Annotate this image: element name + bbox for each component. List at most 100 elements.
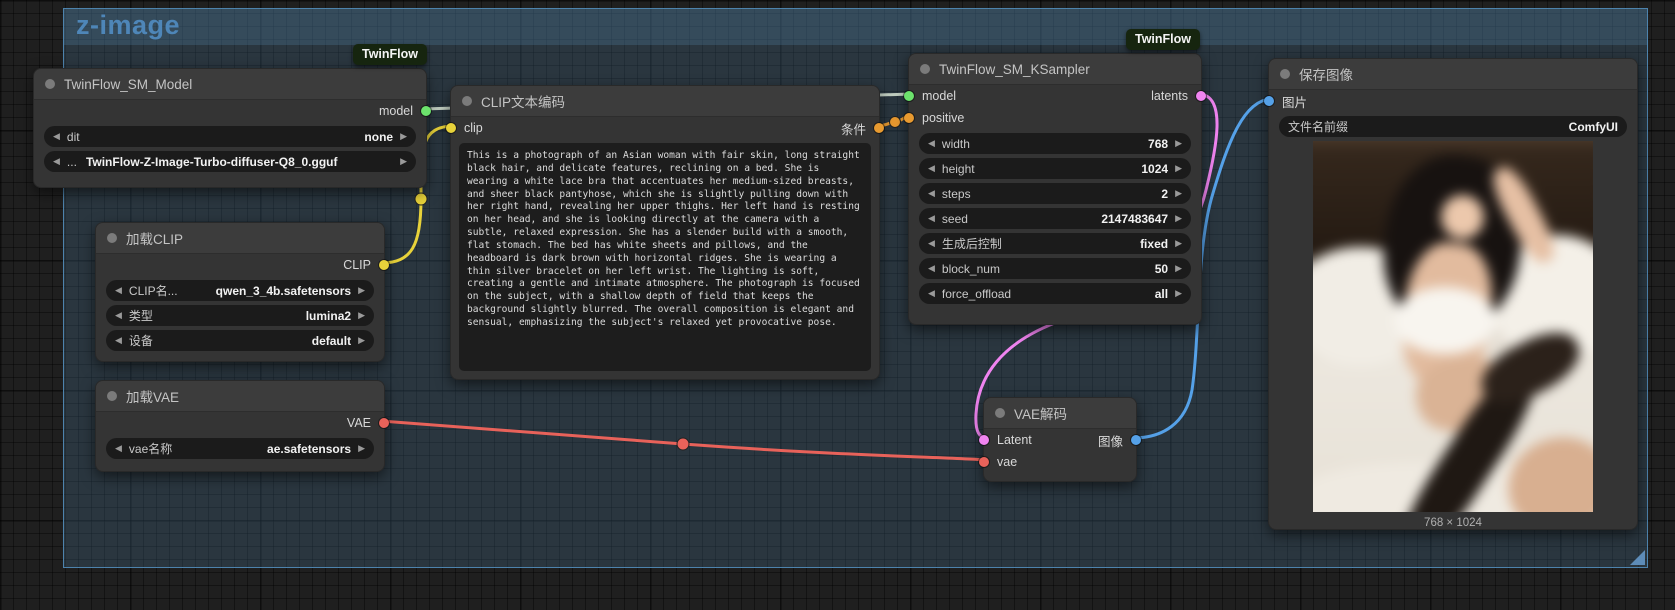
increment-icon[interactable]: ▶ [358, 285, 365, 296]
output-label-image: 图像 [1097, 434, 1123, 449]
decrement-icon[interactable]: ◀ [928, 138, 935, 149]
group-resize-handle[interactable] [1630, 550, 1645, 565]
generated-image-preview [1313, 141, 1593, 512]
node-title-bar[interactable]: CLIP文本编码 [451, 86, 879, 117]
input-slot-vae[interactable] [979, 457, 989, 467]
decrement-icon[interactable]: ◀ [115, 310, 122, 321]
widget-value: default [311, 333, 352, 348]
node-title: TwinFlow_SM_KSampler [939, 61, 1090, 77]
widget-dit[interactable]: ◀ dit none ▶ [44, 126, 416, 147]
node-title-bar[interactable]: VAE解码 [984, 398, 1136, 429]
node-twinflow-sm-model[interactable]: TwinFlow_SM_Model model ◀ dit none ▶ ◀ .… [33, 68, 431, 188]
decrement-icon[interactable]: ◀ [928, 288, 935, 299]
widget-width[interactable]: ◀ width 768 ▶ [919, 133, 1191, 154]
increment-icon[interactable]: ▶ [1175, 138, 1182, 149]
group-title-bar[interactable] [64, 9, 1647, 45]
widget-value: 50 [1154, 261, 1169, 276]
decrement-icon[interactable]: ◀ [53, 156, 60, 167]
preview-abstract-art [1313, 141, 1593, 512]
widget-steps[interactable]: ◀ steps 2 ▶ [919, 183, 1191, 204]
widget-label: force_offload [941, 286, 1012, 301]
node-badge-twinflow: TwinFlow [353, 44, 428, 65]
increment-icon[interactable]: ▶ [1175, 238, 1182, 249]
widget-seed[interactable]: ◀ seed 2147483647 ▶ [919, 208, 1191, 229]
widget-height[interactable]: ◀ height 1024 ▶ [919, 158, 1191, 179]
increment-icon[interactable]: ▶ [400, 156, 407, 167]
widget-force-offload[interactable]: ◀ force_offload all ▶ [919, 283, 1191, 304]
increment-icon[interactable]: ▶ [1175, 288, 1182, 299]
decrement-icon[interactable]: ◀ [53, 131, 60, 142]
widget-label: width [941, 136, 970, 151]
slot-row: CLIP [96, 254, 389, 276]
input-label-model: model [922, 89, 957, 103]
output-slot-vae[interactable] [379, 418, 389, 428]
output-slot-condition[interactable] [874, 123, 884, 133]
increment-icon[interactable]: ▶ [1175, 213, 1182, 224]
decrement-icon[interactable]: ◀ [115, 335, 122, 346]
widget-control-after-generate[interactable]: ◀ 生成后控制 fixed ▶ [919, 233, 1191, 254]
node-load-vae[interactable]: 加载VAE VAE ◀ vae名称 ae.safetensors ▶ [95, 380, 389, 472]
node-twinflow-sm-ksampler[interactable]: TwinFlow_SM_KSampler model latents posit… [904, 53, 1206, 325]
output-slot-image[interactable] [1131, 435, 1141, 445]
decrement-icon[interactable]: ◀ [928, 238, 935, 249]
widget-value: fixed [1140, 236, 1169, 251]
input-slot-positive[interactable] [904, 113, 914, 123]
widget-gguf-file[interactable]: ◀ ... TwinFlow-Z-Image-Turbo-diffuser-Q8… [44, 151, 416, 172]
output-slot-clip[interactable] [379, 260, 389, 270]
decrement-icon[interactable]: ◀ [115, 443, 122, 454]
collapse-dot-icon[interactable] [1280, 69, 1290, 79]
collapse-dot-icon[interactable] [995, 408, 1005, 418]
increment-icon[interactable]: ▶ [1175, 163, 1182, 174]
widget-device[interactable]: ◀ 设备 default ▶ [106, 330, 374, 351]
input-label-clip: clip [464, 121, 483, 135]
widget-type[interactable]: ◀ 类型 lumina2 ▶ [106, 305, 374, 326]
widget-label: steps [941, 186, 971, 201]
node-load-clip[interactable]: 加载CLIP CLIP ◀ CLIP名... qwen_3_4b.safeten… [95, 222, 389, 362]
increment-icon[interactable]: ▶ [358, 310, 365, 321]
widget-label: 生成后控制 [941, 237, 1002, 251]
decrement-icon[interactable]: ◀ [115, 285, 122, 296]
prompt-textarea[interactable]: This is a photograph of an Asian woman w… [459, 143, 871, 371]
widget-vae-name[interactable]: ◀ vae名称 ae.safetensors ▶ [106, 438, 374, 459]
collapse-dot-icon[interactable] [107, 233, 117, 243]
increment-icon[interactable]: ▶ [358, 443, 365, 454]
decrement-icon[interactable]: ◀ [928, 263, 935, 274]
widget-label: 类型 [128, 309, 153, 323]
node-title-bar[interactable]: TwinFlow_SM_Model [34, 69, 426, 100]
widget-filename-prefix[interactable]: 文件名前缀 ComfyUI [1279, 116, 1627, 137]
output-slot-latents[interactable] [1196, 91, 1206, 101]
input-slot-clip[interactable] [446, 123, 456, 133]
increment-icon[interactable]: ▶ [1175, 188, 1182, 199]
input-slot-picture[interactable] [1264, 96, 1274, 106]
node-graph-canvas[interactable]: z-image TwinFlow TwinFlow TwinFlow_SM_Mo… [0, 0, 1675, 610]
widget-block-num[interactable]: ◀ block_num 50 ▶ [919, 258, 1191, 279]
collapse-dot-icon[interactable] [45, 79, 55, 89]
widget-value: qwen_3_4b.safetensors [215, 283, 352, 298]
widget-label: vae名称 [128, 442, 173, 456]
increment-icon[interactable]: ▶ [1175, 263, 1182, 274]
decrement-icon[interactable]: ◀ [928, 188, 935, 199]
collapse-dot-icon[interactable] [107, 391, 117, 401]
widget-value: 768 [1148, 136, 1169, 151]
node-title: TwinFlow_SM_Model [64, 76, 193, 92]
increment-icon[interactable]: ▶ [358, 335, 365, 346]
node-title-bar[interactable]: TwinFlow_SM_KSampler [909, 54, 1201, 85]
collapse-dot-icon[interactable] [920, 64, 930, 74]
decrement-icon[interactable]: ◀ [928, 213, 935, 224]
widget-label: CLIP名... [128, 284, 178, 298]
node-clip-text-encode[interactable]: CLIP文本编码 clip 条件 This is a photograph of… [446, 85, 884, 380]
input-slot-model[interactable] [904, 91, 914, 101]
node-title-bar[interactable]: 加载VAE [96, 381, 384, 412]
output-slot-model[interactable] [421, 106, 431, 116]
input-slot-latent[interactable] [979, 435, 989, 445]
output-label-latents: latents [1151, 89, 1188, 103]
increment-icon[interactable]: ▶ [400, 131, 407, 142]
node-save-image[interactable]: 保存图像 图片 文件名前缀 ComfyUI 768 × 1024 [1264, 58, 1638, 530]
node-vae-decode[interactable]: VAE解码 Latent 图像 vae [979, 397, 1141, 482]
widget-clip-name[interactable]: ◀ CLIP名... qwen_3_4b.safetensors ▶ [106, 280, 374, 301]
node-title-bar[interactable]: 加载CLIP [96, 223, 384, 254]
widget-label: block_num [941, 261, 1000, 276]
decrement-icon[interactable]: ◀ [928, 163, 935, 174]
node-title-bar[interactable]: 保存图像 [1269, 59, 1637, 90]
collapse-dot-icon[interactable] [462, 96, 472, 106]
